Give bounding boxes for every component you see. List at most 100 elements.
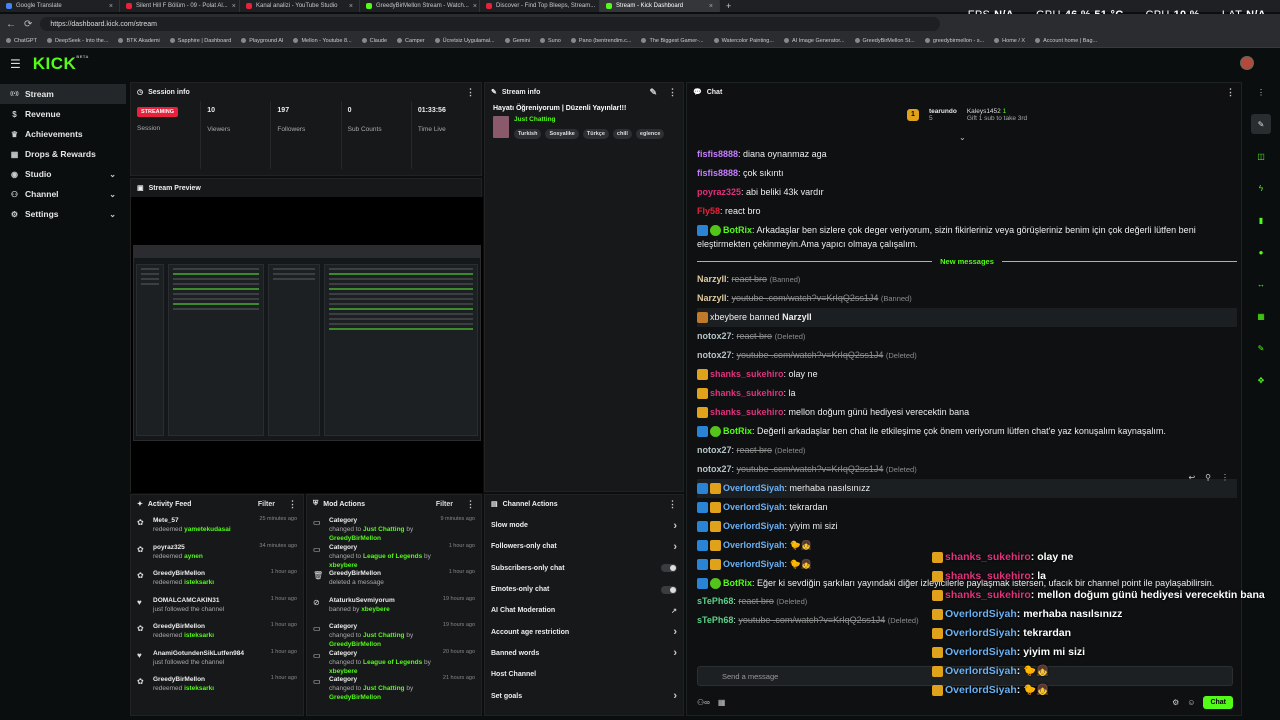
sidebar-item-stream[interactable]: ((•)) Stream	[0, 84, 126, 104]
chat-message[interactable]: notox27: react bro (Deleted)	[697, 441, 1237, 460]
chat-username[interactable]: BotRix	[723, 426, 752, 436]
more-icon[interactable]: ⋮	[668, 87, 677, 98]
chat-message[interactable]: BotRix: Arkadaşlar ben sizlere çok deger…	[697, 221, 1237, 253]
browser-tab[interactable]: Google Translate ×	[0, 0, 120, 12]
channel-action-emotes-only-chat[interactable]: Emotes-only chat	[485, 579, 683, 600]
sidebar-item-achievements[interactable]: ♛ Achievements	[0, 124, 126, 144]
filter-button[interactable]: Filter	[436, 501, 453, 508]
lightning-icon[interactable]: ϟ	[1251, 178, 1271, 198]
sidebar-item-settings[interactable]: ⚙ Settings ⌄	[0, 204, 126, 224]
browser-tab[interactable]: Stream - Kick Dashboard ×	[600, 0, 720, 12]
tag-chip[interactable]: Sosyalike	[545, 129, 579, 139]
bookmark-item[interactable]: Watercolor Painting...	[713, 38, 774, 44]
tag-chip[interactable]: eglence	[635, 129, 665, 139]
username[interactable]: GreedyBirMellon	[153, 675, 265, 684]
sidebar-item-channel[interactable]: ⚇ Channel ⌄	[0, 184, 126, 204]
chat-message[interactable]: Fly58: react bro	[697, 202, 1237, 221]
chat-message[interactable]: fisfis8888: diana oynanmaz aga	[697, 145, 1237, 164]
link-icon[interactable]: ↔	[1251, 274, 1271, 294]
avatar[interactable]	[1240, 56, 1254, 70]
username[interactable]: DOMALCAMCAKIN31	[153, 596, 265, 605]
more-icon[interactable]: ⋮	[466, 87, 475, 98]
filter-button[interactable]: Filter	[258, 501, 275, 508]
bookmark-item[interactable]: DeepSeek - Into the...	[46, 38, 108, 44]
channel-action-account-age-restriction[interactable]: Account age restriction ›	[485, 621, 683, 642]
chat-message[interactable]: Narzyll: youtube .com/watch?v=KrIqQ2ss1J…	[697, 289, 1237, 308]
browser-tab[interactable]: Silent Hill F Bölüm - 09 - Polat Al... ×	[120, 0, 240, 12]
bookmark-item[interactable]: Camper	[397, 38, 425, 44]
close-icon[interactable]: ×	[349, 3, 353, 10]
chat-username[interactable]: OverlordSiyah	[723, 540, 785, 550]
chat-username[interactable]: notox27	[697, 350, 732, 360]
bookmark-item[interactable]: AI Image Generator...	[783, 38, 845, 44]
calendar-icon[interactable]: ▦	[718, 698, 726, 707]
users-icon[interactable]: ⚇∞	[697, 698, 710, 707]
chat-message[interactable]: BotRix: Değerli arkadaşlar ben chat ile …	[697, 422, 1237, 441]
calendar-icon[interactable]: ▦	[1251, 306, 1271, 326]
chat-message[interactable]: shanks_sukehiro: la	[697, 384, 1237, 403]
gift-prompt[interactable]: Gift 1 sub to take 3rd	[967, 115, 1027, 122]
chat-username[interactable]: shanks_sukehiro	[710, 369, 784, 379]
chat-username[interactable]: sTePh68	[697, 615, 733, 625]
bookmark-item[interactable]: The Biggest Gamer-...	[641, 38, 704, 44]
username[interactable]: Mete_57	[153, 516, 253, 525]
chat-message[interactable]: OverlordSiyah: yiyim mi sizi	[697, 517, 1237, 536]
chat-message[interactable]: OverlordSiyah: tekrardan	[697, 498, 1237, 517]
sidebar-item-studio[interactable]: ◉ Studio ⌄	[0, 164, 126, 184]
channel-action-host-channel[interactable]: Host Channel	[485, 664, 683, 685]
chat-username[interactable]: shanks_sukehiro	[710, 407, 784, 417]
chat-message[interactable]: poyraz325: abi beliki 43k vardır	[697, 183, 1237, 202]
bookmark-item[interactable]: BTK Akademi	[118, 38, 160, 44]
kick-logo[interactable]: KICKBETA	[33, 54, 89, 74]
chat-username[interactable]: poyraz325	[697, 187, 741, 197]
tag-chip[interactable]: Türkçe	[582, 129, 609, 139]
reply-icon[interactable]: ↩	[1188, 473, 1195, 482]
close-icon[interactable]: ×	[232, 3, 236, 10]
reload-icon[interactable]: ⟳	[24, 19, 32, 30]
chat-username[interactable]: Narzyll	[697, 274, 727, 284]
browser-tab[interactable]: Discover - Find Top Bleeps, Stream...×	[480, 0, 600, 12]
chat-bubble-icon[interactable]: ●	[1251, 242, 1271, 262]
channel-action-followers-only-chat[interactable]: Followers-only chat ›	[485, 536, 683, 557]
username[interactable]: poyraz325	[153, 543, 253, 552]
top-gifter[interactable]: tearundo	[929, 108, 957, 115]
clipboard-icon[interactable]: ▮	[1251, 210, 1271, 230]
close-icon[interactable]: ×	[109, 3, 113, 10]
edit-icon[interactable]: ✎	[1251, 114, 1271, 134]
channel-action-banned-words[interactable]: Banned words ›	[485, 643, 683, 664]
edit-icon[interactable]: ✎	[649, 87, 657, 98]
chat-username[interactable]: OverlordSiyah	[723, 521, 785, 531]
bookmark-item[interactable]: Home / X	[994, 38, 1025, 44]
chat-username[interactable]: BotRix	[723, 578, 752, 588]
category-name[interactable]: Just Chatting	[514, 116, 664, 123]
tag-chip[interactable]: Turkish	[514, 129, 542, 139]
chat-message[interactable]: Narzyll: react bro (Banned)	[697, 270, 1237, 289]
sidebar-item-drops-rewards[interactable]: ▦ Drops & Rewards	[0, 144, 126, 164]
close-icon[interactable]: ×	[709, 3, 713, 10]
chat-username[interactable]: sTePh68	[697, 596, 733, 606]
puzzle-icon[interactable]: ✥	[1251, 370, 1271, 390]
bookmark-item[interactable]: Claude	[361, 38, 387, 44]
chat-message[interactable]: fisfis8888: çok sıkıntı	[697, 164, 1237, 183]
chat-username[interactable]: OverlordSiyah	[723, 559, 785, 569]
chat-username[interactable]: notox27	[697, 445, 732, 455]
browser-tab[interactable]: GreedyBirMellon Stream - Watch... ×	[360, 0, 480, 12]
second-gifter[interactable]: Kaleys1452	[967, 108, 1001, 115]
url-field[interactable]: https://dashboard.kick.com/stream	[40, 17, 941, 31]
chat-username[interactable]: shanks_sukehiro	[710, 388, 784, 398]
close-icon[interactable]: ×	[473, 3, 477, 10]
chat-username[interactable]: fisfis8888	[697, 149, 738, 159]
bookmark-item[interactable]: greedybirmellon - s...	[924, 38, 984, 44]
sidebar-item-revenue[interactable]: $ Revenue	[0, 104, 126, 124]
chat-message[interactable]: OverlordSiyah: merhaba nasılsınızz	[697, 479, 1237, 498]
more-icon[interactable]: ⋮	[288, 499, 297, 510]
more-icon[interactable]: ⋮	[1221, 473, 1229, 482]
hamburger-menu-icon[interactable]: ☰	[10, 57, 21, 71]
chat-username[interactable]: OverlordSiyah	[723, 502, 785, 512]
chat-username[interactable]: fisfis8888	[697, 168, 738, 178]
collapse-chevron-icon[interactable]: ⌄	[959, 133, 966, 142]
chat-username[interactable]: notox27	[697, 331, 732, 341]
bookmark-item[interactable]: Mellon - Youtube 8...	[293, 38, 352, 44]
chat-message[interactable]: notox27: react bro (Deleted)	[697, 327, 1237, 346]
username[interactable]: AnamiGotundenSikLutfen984	[153, 649, 265, 658]
